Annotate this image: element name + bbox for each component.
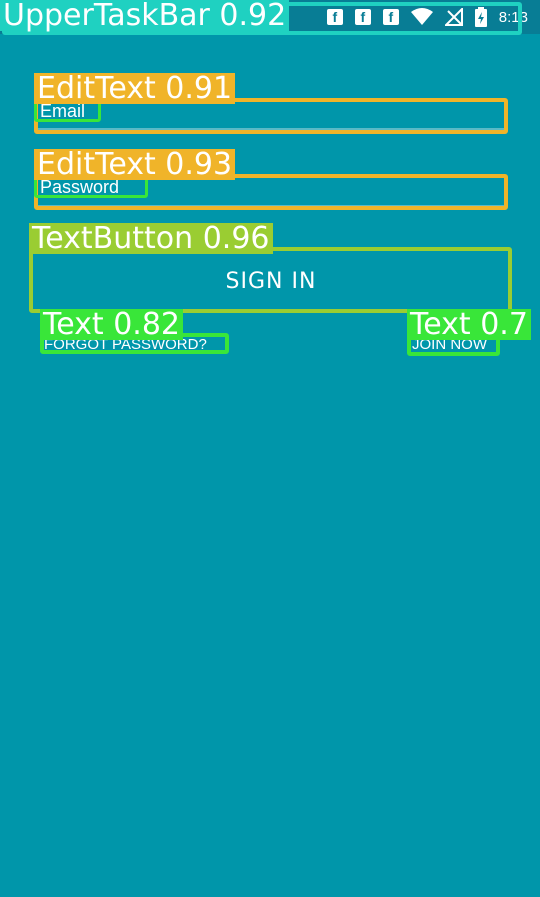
signin-detection-label: TextButton 0.96: [29, 223, 273, 254]
login-screen: f f f 8:13 Email Password SIGN IN FORGOT…: [0, 0, 540, 897]
email-detection-label: EditText 0.91: [34, 73, 236, 104]
taskbar-detection-label: UpperTaskBar 0.92: [0, 0, 290, 31]
join-detection-label: Text 0.7: [407, 309, 531, 340]
signin-detection-box: [29, 247, 512, 313]
password-detection-label: EditText 0.93: [34, 149, 236, 180]
forgot-detection-label: Text 0.82: [40, 309, 184, 340]
